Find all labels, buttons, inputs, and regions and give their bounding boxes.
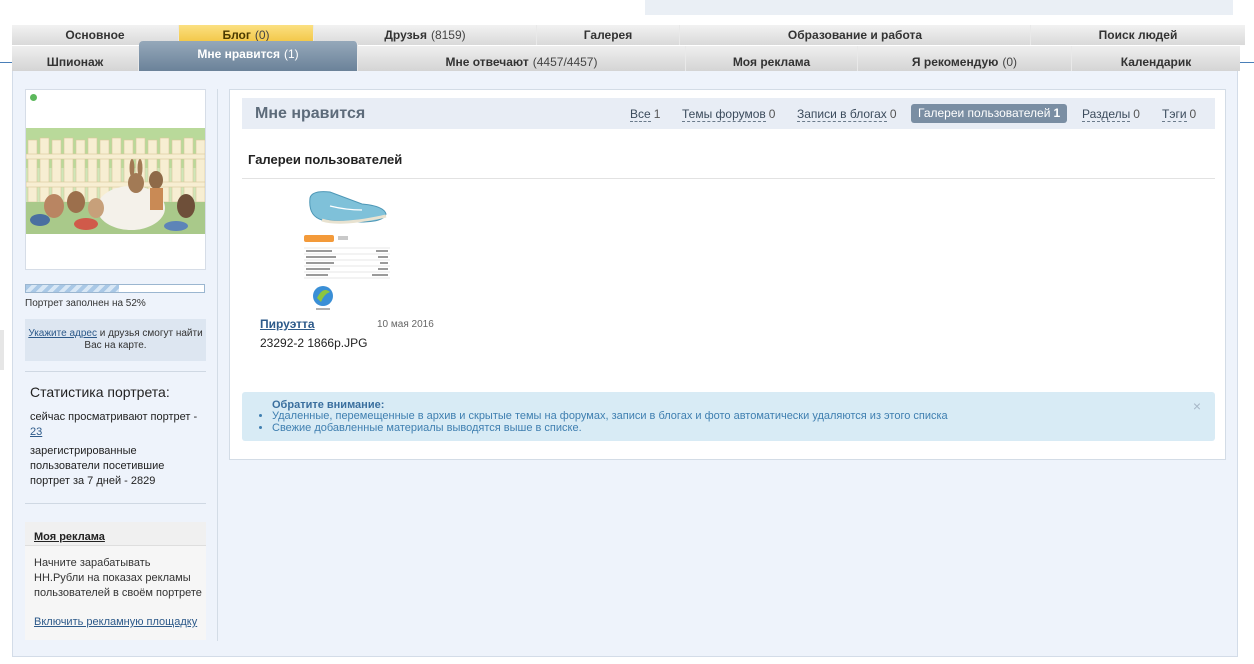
tab-people-search[interactable]: Поиск людей — [1031, 25, 1245, 45]
likes-header: Мне нравится Все 1 Темы форумов 0 Записи в… — [242, 98, 1215, 129]
section-divider — [242, 178, 1215, 179]
filter-label: Темы форумов — [682, 107, 766, 122]
ad-block: Моя реклама Начните зарабатывать НН.Рубл… — [25, 522, 206, 640]
item-author-link[interactable]: Пируэтта — [260, 317, 315, 331]
notice-list: Удаленные, перемещенные в архив и скрыты… — [258, 410, 948, 434]
column-separator — [217, 89, 218, 641]
filter-forum-topics[interactable]: Темы форумов 0 — [682, 107, 776, 122]
avatar-image — [26, 128, 205, 234]
set-address-link[interactable]: Укажите адрес — [28, 328, 97, 339]
portrait-progress-label: Портрет заполнен на 52% — [25, 298, 146, 309]
tab-label: Шпионаж — [46, 54, 104, 69]
ad-text: Начните зарабатывать НН.Рубли на показах… — [34, 557, 202, 599]
viewers-count-link[interactable]: 23 — [30, 426, 42, 438]
filter-count: 0 — [889, 107, 897, 121]
tab-education-work[interactable]: Образование и работа — [680, 25, 1031, 45]
tab-label: Основное — [65, 28, 125, 42]
tab-label: Блог — [222, 28, 251, 42]
tab-spy[interactable]: Шпионаж — [12, 46, 139, 71]
filter-label: Тэги — [1162, 107, 1187, 122]
notice-item: Удаленные, перемещенные в архив и скрыты… — [272, 410, 948, 422]
notice-item: Свежие добавленные материалы выводятся в… — [272, 422, 948, 434]
filter-tags[interactable]: Тэги 0 — [1162, 107, 1197, 122]
tab-label: Календарик — [1120, 54, 1192, 69]
tab-count: (1) — [283, 47, 299, 61]
filter-count: 0 — [768, 107, 776, 121]
filter-count: 1 — [653, 107, 661, 121]
filter-blog-posts[interactable]: Записи в блогах 0 — [797, 107, 897, 122]
filter-sections[interactable]: Разделы 0 — [1082, 107, 1140, 122]
filter-all[interactable]: Все 1 — [630, 107, 661, 122]
stats-viewing: сейчас просматривают портрет - 23 — [30, 410, 200, 440]
map-hint-text: и друзья смогут найти Вас на карте. — [84, 328, 203, 351]
enable-ad-link[interactable]: Включить рекламную площадку — [34, 616, 197, 628]
tabs-row-secondary: Шпионаж Мне нравится (1) Мне отвечают (445… — [12, 41, 1240, 71]
tab-calendar[interactable]: Календарик — [1072, 46, 1240, 71]
filter-count: 0 — [1189, 107, 1197, 121]
tab-label: Друзья — [384, 28, 427, 42]
divider — [25, 371, 206, 372]
my-ads-link[interactable]: Моя реклама — [34, 531, 105, 543]
filter-count: 0 — [1133, 107, 1140, 121]
filter-label: Разделы — [1082, 107, 1131, 122]
close-icon[interactable]: × — [1193, 398, 1201, 414]
tab-label: Мне нравится — [197, 47, 280, 61]
top-background-strip — [645, 0, 1233, 15]
edge-line-left — [0, 62, 12, 63]
tab-label: Я рекомендую — [911, 54, 999, 69]
tab-my-ads[interactable]: Моя реклама — [686, 46, 858, 71]
portrait-progress-fill — [26, 285, 119, 292]
stats-viewing-text: сейчас просматривают портрет - — [30, 411, 198, 423]
page-title: Мне нравится — [255, 105, 366, 122]
avatar[interactable] — [25, 89, 206, 270]
stats-title: Статистика портрета: — [30, 384, 170, 400]
section-title: Галереи пользователей — [248, 152, 403, 167]
tab-count: (0) — [254, 28, 270, 42]
tab-recommend[interactable]: Я рекомендую (0) — [858, 46, 1072, 71]
gallery-thumbnail[interactable] — [300, 186, 395, 312]
tab-label: Моя реклама — [732, 54, 811, 69]
notice-box: Обратите внимание: Удаленные, перемещенн… — [242, 392, 1215, 441]
edge-line-right — [1240, 62, 1254, 63]
ad-header: Моя реклама — [25, 522, 206, 546]
item-date: 10 мая 2016 — [377, 319, 434, 330]
tab-count: (0) — [1002, 54, 1018, 69]
filter-label: Все — [630, 107, 651, 122]
tab-label: Мне отвечают — [445, 54, 529, 69]
tab-gallery[interactable]: Галерея — [537, 25, 680, 45]
stats-visitors: зарегистрированные пользователи посетивш… — [30, 445, 165, 487]
tab-likes[interactable]: Мне нравится (1) — [139, 41, 358, 71]
tab-count: (4457/4457) — [532, 54, 598, 69]
tab-label: Образование и работа — [787, 28, 923, 42]
divider — [25, 503, 206, 504]
tab-replies[interactable]: Мне отвечают (4457/4457) — [358, 46, 686, 71]
tab-label: Поиск людей — [1098, 28, 1178, 42]
online-status-icon — [30, 94, 37, 101]
portrait-progress-bar — [25, 284, 205, 293]
filter-label: Записи в блогах — [797, 107, 887, 122]
tab-count: (8159) — [430, 28, 466, 42]
map-hint: Укажите адрес и друзья смогут найти Вас … — [25, 319, 206, 361]
edge-marker — [0, 330, 4, 370]
tab-label: Галерея — [583, 28, 633, 42]
filter-label: Галереи пользователей — [918, 106, 1051, 120]
filter-count: 1 — [1053, 106, 1061, 120]
item-filename: 23292-2 1866р.JPG — [260, 336, 368, 350]
filter-user-galleries[interactable]: Галереи пользователей 1 — [911, 104, 1068, 123]
